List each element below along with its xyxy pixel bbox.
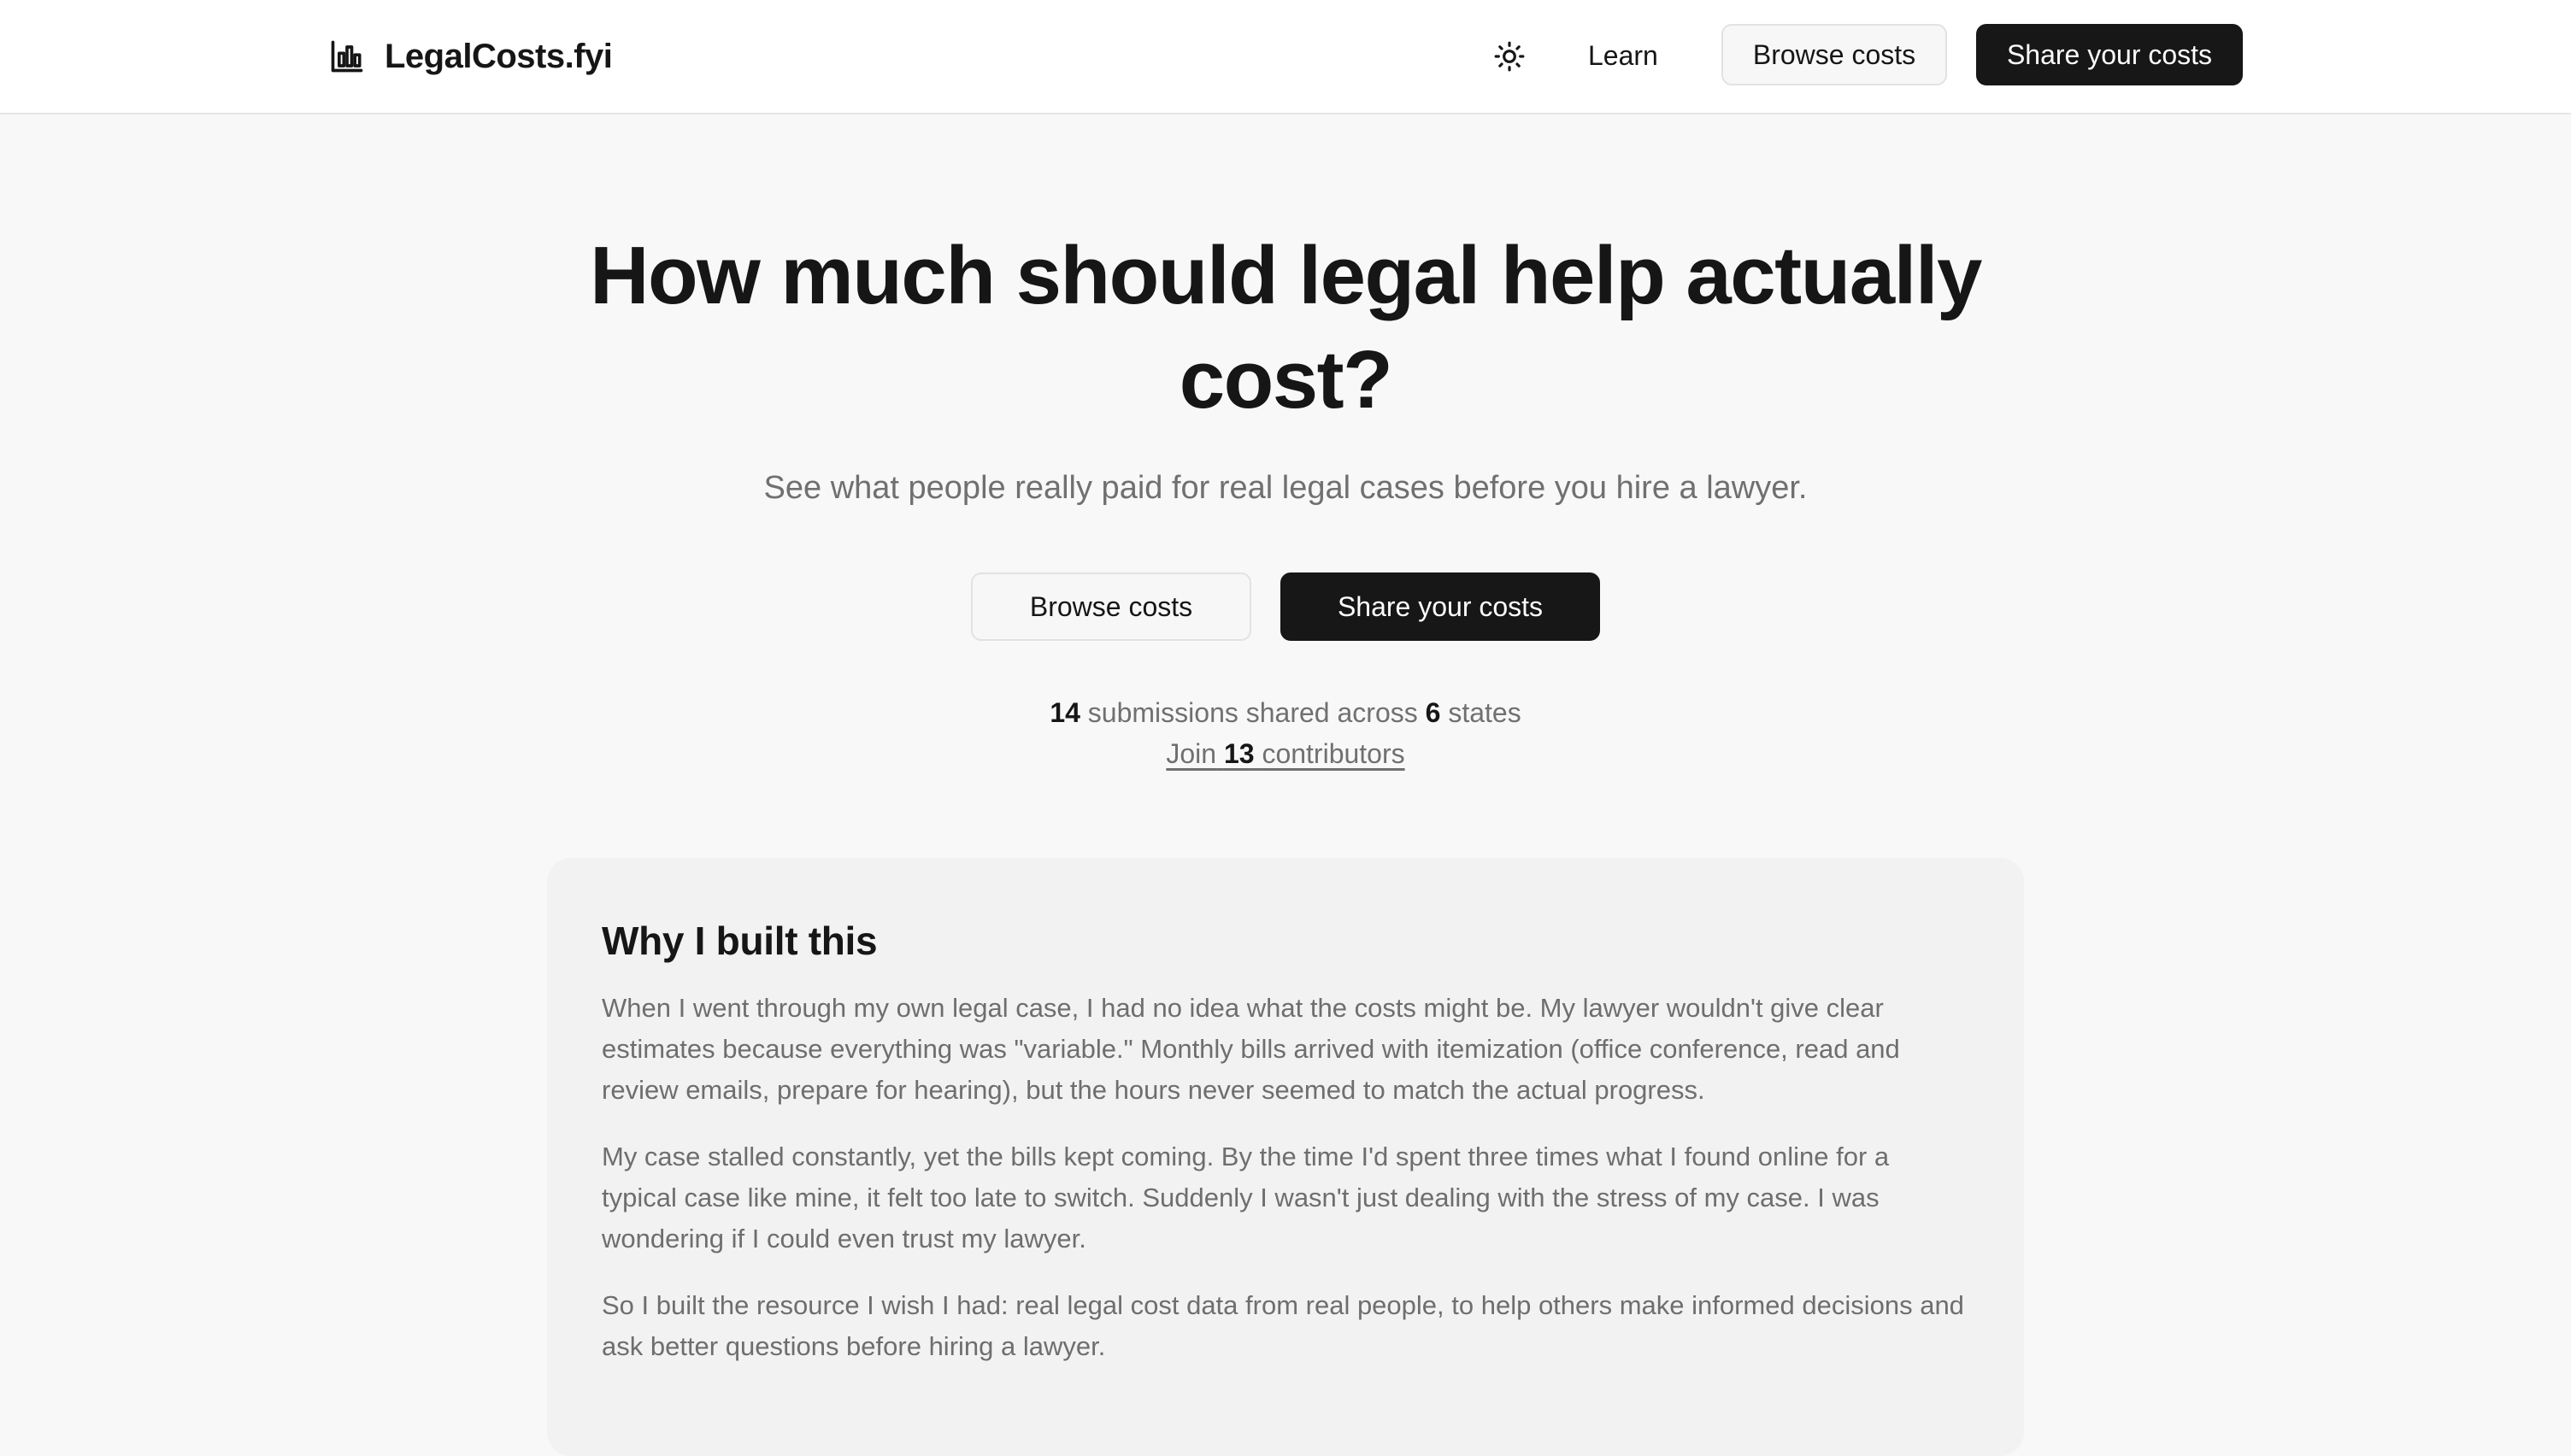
top-navigation-bar: LegalCosts.fyi Learn Browse costs Share … (0, 0, 2571, 114)
submission-stats-text: submissions shared across (1087, 697, 1418, 728)
brand-name: LegalCosts.fyi (385, 37, 613, 75)
hero-share-costs-button[interactable]: Share your costs (1280, 572, 1600, 641)
theme-toggle-button[interactable] (1489, 36, 1530, 77)
hero-browse-costs-button[interactable]: Browse costs (971, 572, 1251, 641)
state-text: states (1448, 697, 1521, 728)
contributors-text: contributors (1262, 738, 1405, 769)
story-paragraph: My case stalled constantly, yet the bill… (602, 1142, 1890, 1253)
submission-stats: 14 submissions shared across 6 states (858, 697, 1713, 729)
story-paragraph: When I went through my own legal case, I… (602, 993, 1900, 1105)
contributor-count: 13 (1223, 738, 1255, 769)
hero-title: How much should legal help actually cost… (590, 230, 1982, 426)
why-i-built-this-card: Why I built this When I went through my … (547, 858, 2024, 1456)
join-contributors-container: Join 13 contributors (858, 738, 1713, 770)
sun-icon (1494, 41, 1525, 72)
join-contributors-link[interactable]: Join 13 contributors (1166, 738, 1404, 769)
story-paragraph: So I built the resource I wish I had: re… (602, 1290, 1964, 1361)
state-count: 6 (1425, 697, 1441, 728)
header-browse-costs-button[interactable]: Browse costs (1721, 24, 1947, 85)
story-heading: Why I built this (602, 919, 878, 963)
join-prefix: Join (1166, 738, 1217, 769)
nav-learn-link[interactable]: Learn (1571, 31, 1675, 80)
hero-subtitle: See what people really paid for real leg… (763, 470, 1808, 506)
bar-chart-icon (331, 40, 363, 73)
header-share-costs-button[interactable]: Share your costs (1976, 24, 2243, 85)
submission-count: 14 (1050, 697, 1080, 728)
brand-logo-link[interactable]: LegalCosts.fyi (328, 31, 613, 82)
